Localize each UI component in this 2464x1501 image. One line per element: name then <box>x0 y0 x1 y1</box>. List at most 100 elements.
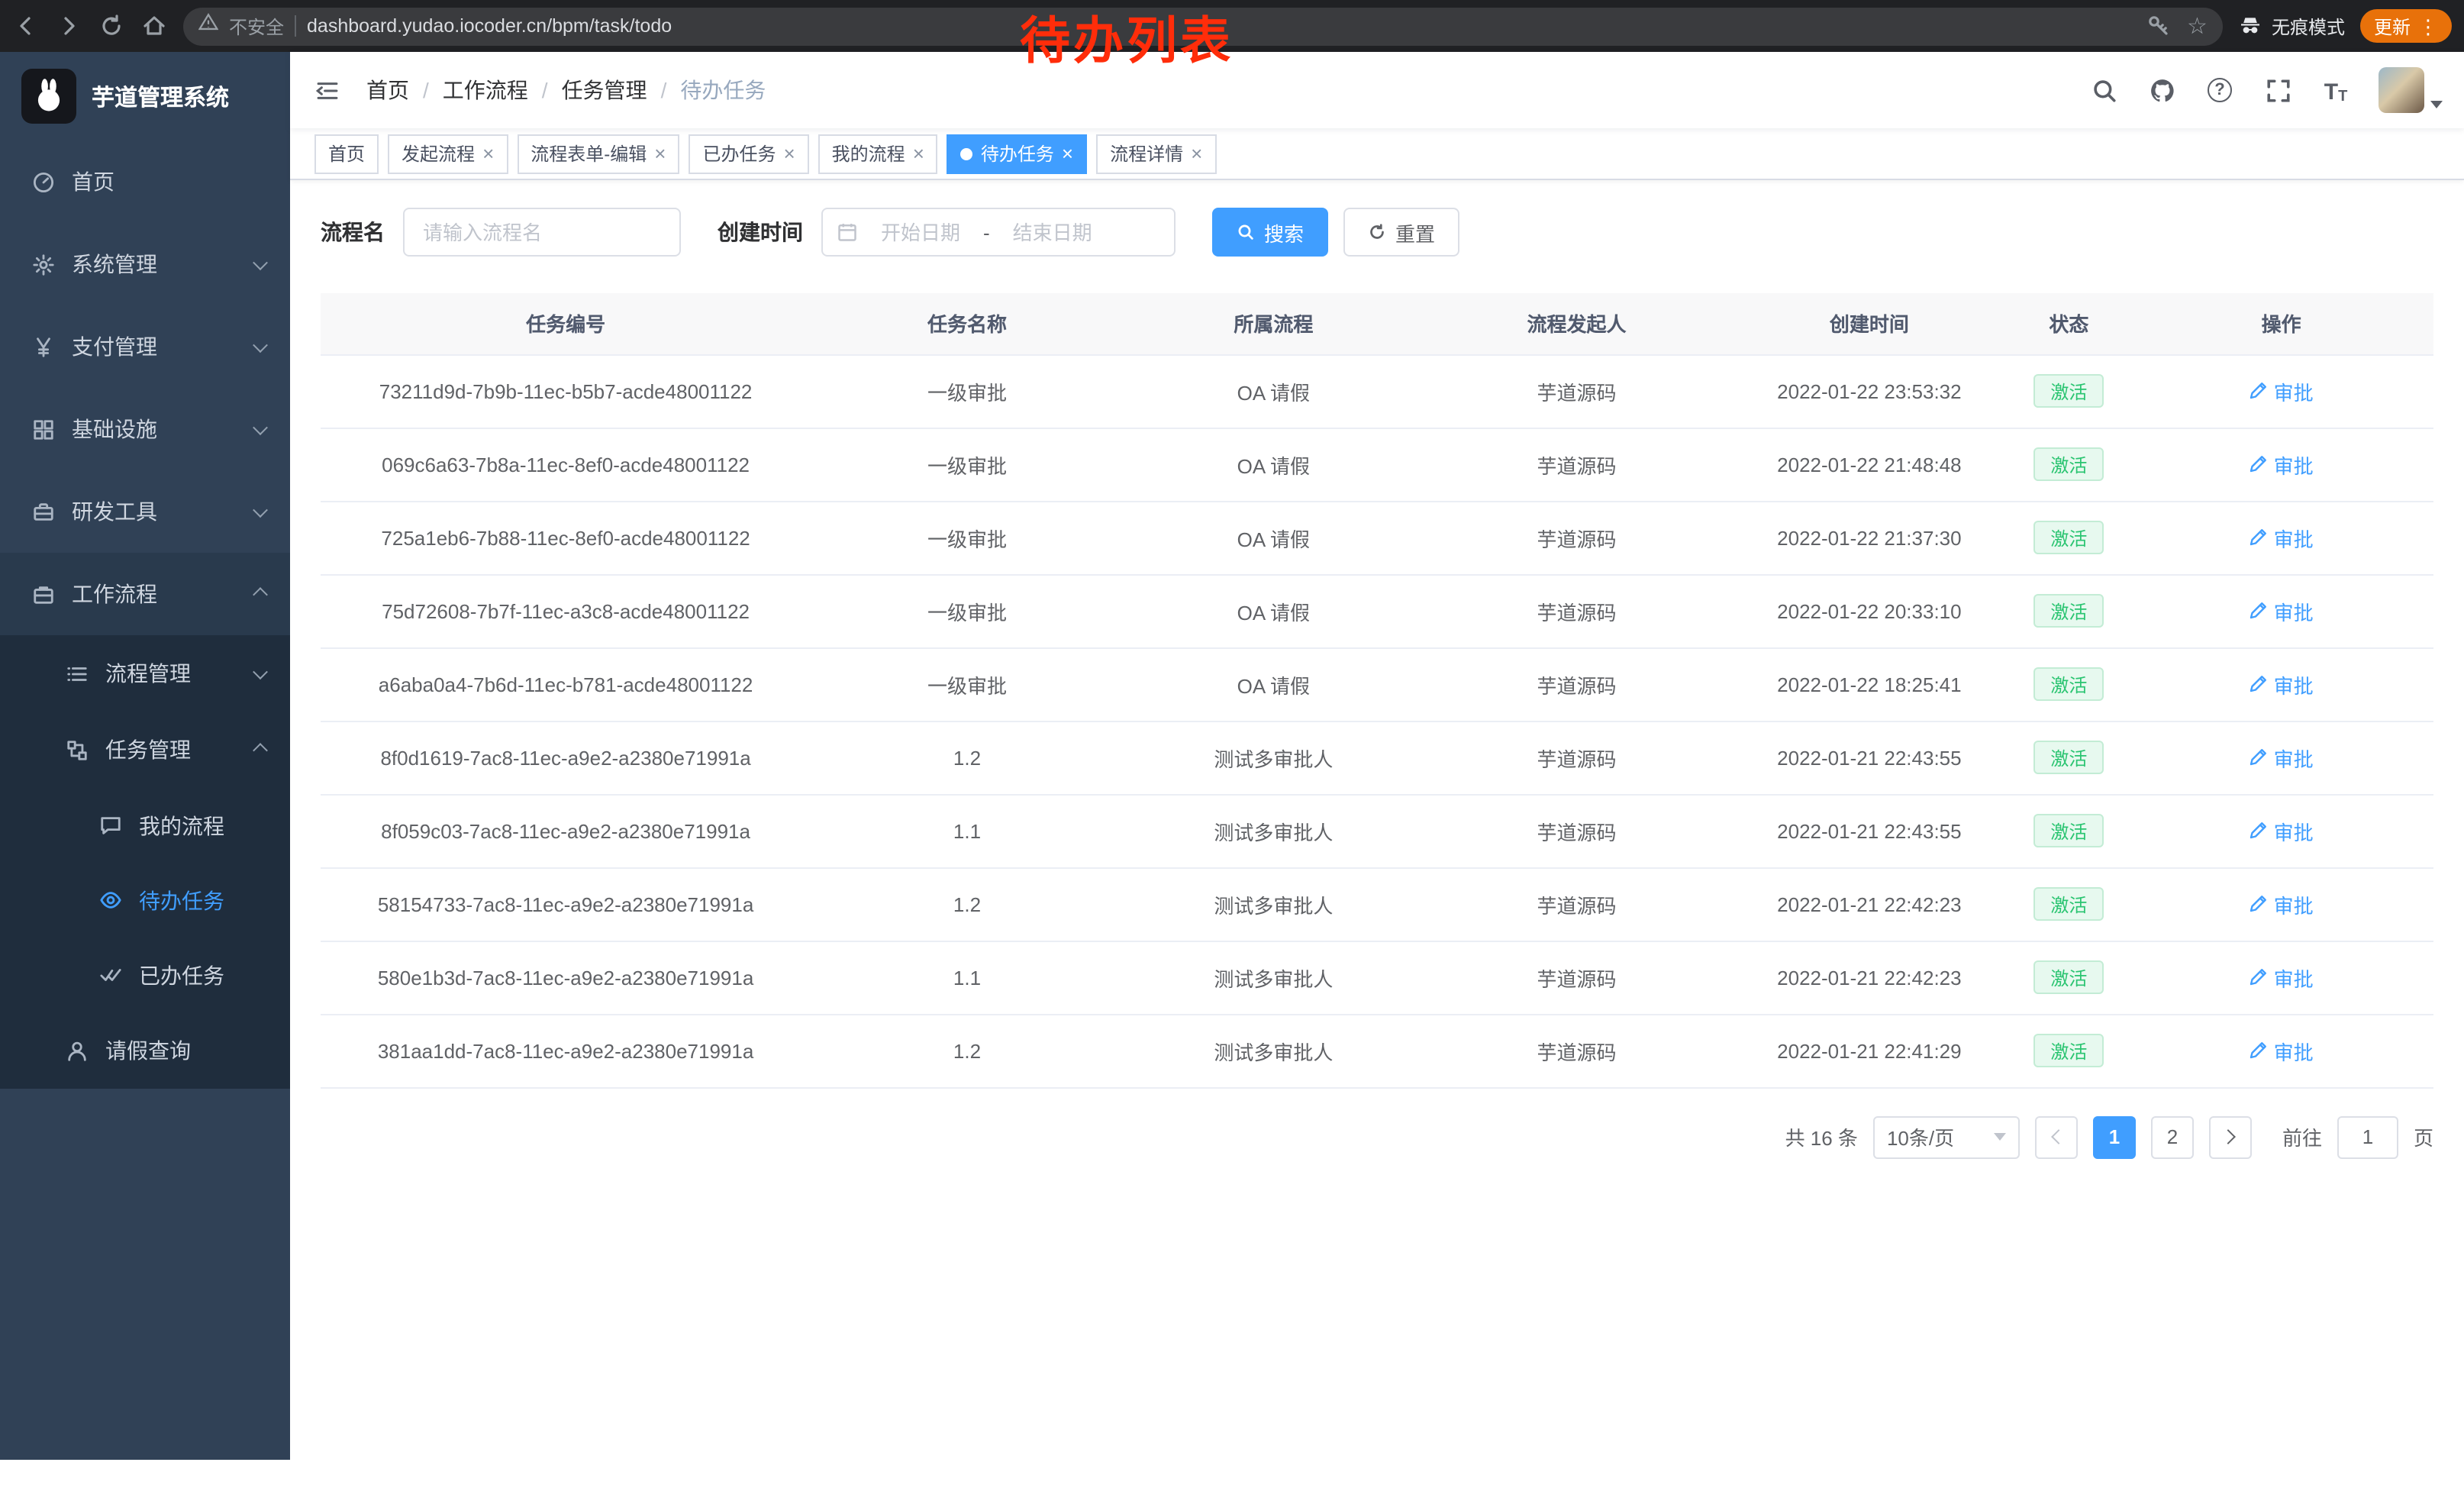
cell-status: 激活 <box>2009 574 2130 647</box>
approve-link[interactable]: 审批 <box>2250 1036 2314 1065</box>
sidebar-item-devtools[interactable]: 研发工具 <box>0 470 290 553</box>
sidebar-item-label: 任务管理 <box>105 734 191 765</box>
security-label: 不安全 <box>229 13 284 39</box>
key-icon[interactable] <box>2144 12 2172 40</box>
approve-link[interactable]: 审批 <box>2250 596 2314 625</box>
sidebar-item-leave-query[interactable]: 请假查询 <box>0 1012 290 1089</box>
reload-icon[interactable] <box>98 12 125 40</box>
approve-link[interactable]: 审批 <box>2250 816 2314 845</box>
cell-process: OA 请假 <box>1124 354 1424 428</box>
font-size-icon[interactable]: TT <box>2320 75 2351 105</box>
sidebar-item-task-mgmt[interactable]: 任务管理 <box>0 712 290 788</box>
sidebar-item-workflow[interactable]: 工作流程 <box>0 553 290 635</box>
bookmark-star-icon[interactable]: ☆ <box>2187 15 2208 37</box>
sidebar-item-infra[interactable]: 基础设施 <box>0 388 290 470</box>
approve-link[interactable]: 审批 <box>2250 450 2314 479</box>
approve-link[interactable]: 审批 <box>2250 889 2314 918</box>
chevron-down-icon <box>253 254 268 270</box>
update-button[interactable]: 更新 ⋮ <box>2360 9 2452 43</box>
toolbox-icon <box>31 499 55 524</box>
approve-label: 审批 <box>2274 670 2314 699</box>
cell-actions: 审批 <box>2129 501 2433 574</box>
end-date-input[interactable] <box>999 219 1106 245</box>
sidebar-item-payment[interactable]: 支付管理 <box>0 305 290 388</box>
browser-menu-icon[interactable]: ⋮ <box>2418 16 2438 36</box>
search-button[interactable]: 搜索 <box>1212 208 1328 257</box>
github-icon[interactable] <box>2146 75 2177 105</box>
range-separator: - <box>983 221 990 244</box>
fullscreen-icon[interactable] <box>2262 75 2293 105</box>
approve-label: 审批 <box>2274 743 2314 772</box>
cell-task-name: 一级审批 <box>811 354 1124 428</box>
status-badge: 激活 <box>2033 960 2104 994</box>
close-icon[interactable]: × <box>654 144 666 163</box>
goto-page-input[interactable] <box>2337 1115 2398 1158</box>
search-icon[interactable] <box>2088 75 2119 105</box>
approve-link[interactable]: 审批 <box>2250 523 2314 552</box>
cell-process: 测试多审批人 <box>1124 941 1424 1014</box>
approve-link[interactable]: 审批 <box>2250 963 2314 992</box>
cell-process: OA 请假 <box>1124 428 1424 501</box>
col-status: 状态 <box>2009 293 2130 354</box>
chevron-down-icon <box>1994 1133 2006 1141</box>
user-menu[interactable] <box>2379 67 2443 113</box>
tab-start-process[interactable]: 发起流程 × <box>388 134 508 173</box>
sidebar-item-system[interactable]: 系统管理 <box>0 223 290 305</box>
tab-home[interactable]: 首页 <box>314 134 379 173</box>
status-badge: 激活 <box>2033 374 2104 408</box>
date-range-picker[interactable]: - <box>821 208 1176 257</box>
cell-initiator: 芋道源码 <box>1424 867 1730 941</box>
approve-link[interactable]: 审批 <box>2250 743 2314 772</box>
page-size-select[interactable]: 10条/页 <box>1873 1115 2020 1158</box>
page-button-1[interactable]: 1 <box>2093 1115 2136 1158</box>
flow-icon <box>64 738 89 762</box>
sidebar-item-label: 系统管理 <box>72 249 157 279</box>
sidebar-toggle-icon[interactable] <box>311 75 342 105</box>
close-icon[interactable]: × <box>783 144 795 163</box>
start-date-input[interactable] <box>867 219 974 245</box>
help-icon[interactable]: ? <box>2204 75 2235 105</box>
approve-label: 审批 <box>2274 450 2314 479</box>
process-name-input[interactable] <box>403 208 681 257</box>
table-row: 069c6a63-7b8a-11ec-8ef0-acde48001122 一级审… <box>321 428 2433 501</box>
breadcrumb-task-mgmt[interactable]: 任务管理 <box>562 75 647 105</box>
forward-icon[interactable] <box>55 12 82 40</box>
prev-page-button[interactable] <box>2035 1115 2078 1158</box>
page-button-2[interactable]: 2 <box>2151 1115 2194 1158</box>
reset-button[interactable]: 重置 <box>1343 208 1459 257</box>
sidebar-item-todo-task[interactable]: 待办任务 <box>0 863 290 938</box>
breadcrumb-home[interactable]: 首页 <box>366 75 409 105</box>
home-icon[interactable] <box>140 12 168 40</box>
tab-done-task[interactable]: 已办任务 × <box>689 134 808 173</box>
sidebar-item-label: 已办任务 <box>139 960 224 990</box>
sidebar-item-process-mgmt[interactable]: 流程管理 <box>0 635 290 712</box>
close-icon[interactable]: × <box>1191 144 1202 163</box>
sidebar-item-home[interactable]: 首页 <box>0 140 290 223</box>
tab-my-process[interactable]: 我的流程 × <box>818 134 938 173</box>
approve-link[interactable]: 审批 <box>2250 376 2314 405</box>
tab-process-form-edit[interactable]: 流程表单-编辑 × <box>517 134 679 173</box>
close-icon[interactable]: × <box>1062 144 1073 163</box>
sidebar-item-label: 我的流程 <box>139 810 224 841</box>
breadcrumb-workflow[interactable]: 工作流程 <box>443 75 528 105</box>
cell-actions: 审批 <box>2129 941 2433 1014</box>
tab-process-detail[interactable]: 流程详情 × <box>1096 134 1216 173</box>
tab-todo-task[interactable]: 待办任务 × <box>947 134 1087 173</box>
cell-task-id: 725a1eb6-7b88-11ec-8ef0-acde48001122 <box>321 501 811 574</box>
approve-link[interactable]: 审批 <box>2250 670 2314 699</box>
breadcrumb: 首页 / 工作流程 / 任务管理 / 待办任务 <box>366 75 766 105</box>
sidebar-item-done-task[interactable]: 已办任务 <box>0 938 290 1012</box>
next-page-button[interactable] <box>2209 1115 2252 1158</box>
avatar[interactable] <box>2379 67 2424 113</box>
sidebar-item-my-process[interactable]: 我的流程 <box>0 788 290 863</box>
address-bar[interactable]: 不安全 dashboard.yudao.iocoder.cn/bpm/task/… <box>183 7 2223 45</box>
cell-actions: 审批 <box>2129 1014 2433 1087</box>
app-logo-icon <box>21 69 76 124</box>
search-button-label: 搜索 <box>1264 218 1304 247</box>
close-icon[interactable]: × <box>482 144 494 163</box>
back-icon[interactable] <box>12 12 40 40</box>
col-actions: 操作 <box>2129 293 2433 354</box>
close-icon[interactable]: × <box>913 144 924 163</box>
tab-label: 已办任务 <box>702 140 776 166</box>
app-logo[interactable]: 芋道管理系统 <box>0 52 290 140</box>
